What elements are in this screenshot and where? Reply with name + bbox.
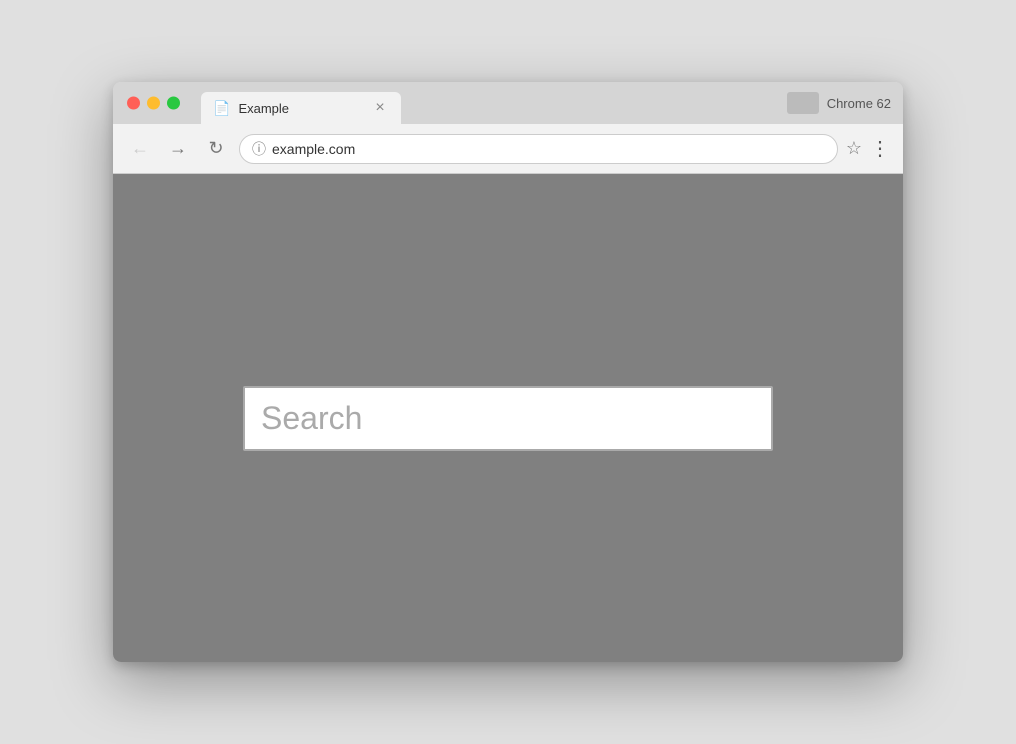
minimize-button[interactable] [147,97,160,110]
chrome-version-label: Chrome 62 [787,92,891,114]
forward-button[interactable]: → [163,134,193,164]
active-tab[interactable]: 📄 Example × [201,92,401,124]
toolbar: ← → ↻ ⓘ ☆ ⋮ [113,124,903,174]
search-input[interactable] [243,386,773,451]
close-button[interactable] [127,97,140,110]
browser-window: 📄 Example × Chrome 62 ← → ↻ ⓘ ☆ ⋮ [113,82,903,662]
tab-close-button[interactable]: × [371,99,389,117]
chrome-version-text: Chrome 62 [827,96,891,111]
page-content [113,174,903,662]
back-button[interactable]: ← [125,134,155,164]
address-bar[interactable]: ⓘ [239,134,838,164]
maximize-button[interactable] [167,97,180,110]
reload-button[interactable]: ↻ [201,134,231,164]
new-tab-button[interactable] [787,92,819,114]
bookmark-button[interactable]: ☆ [846,138,862,159]
tab-bar: 📄 Example × Chrome 62 [113,82,903,124]
url-input[interactable] [272,141,825,157]
security-icon: ⓘ [252,139,266,159]
menu-button[interactable]: ⋮ [870,136,891,161]
tab-page-icon: 📄 [213,100,230,117]
window-controls [127,97,180,110]
tab-title: Example [238,101,363,116]
